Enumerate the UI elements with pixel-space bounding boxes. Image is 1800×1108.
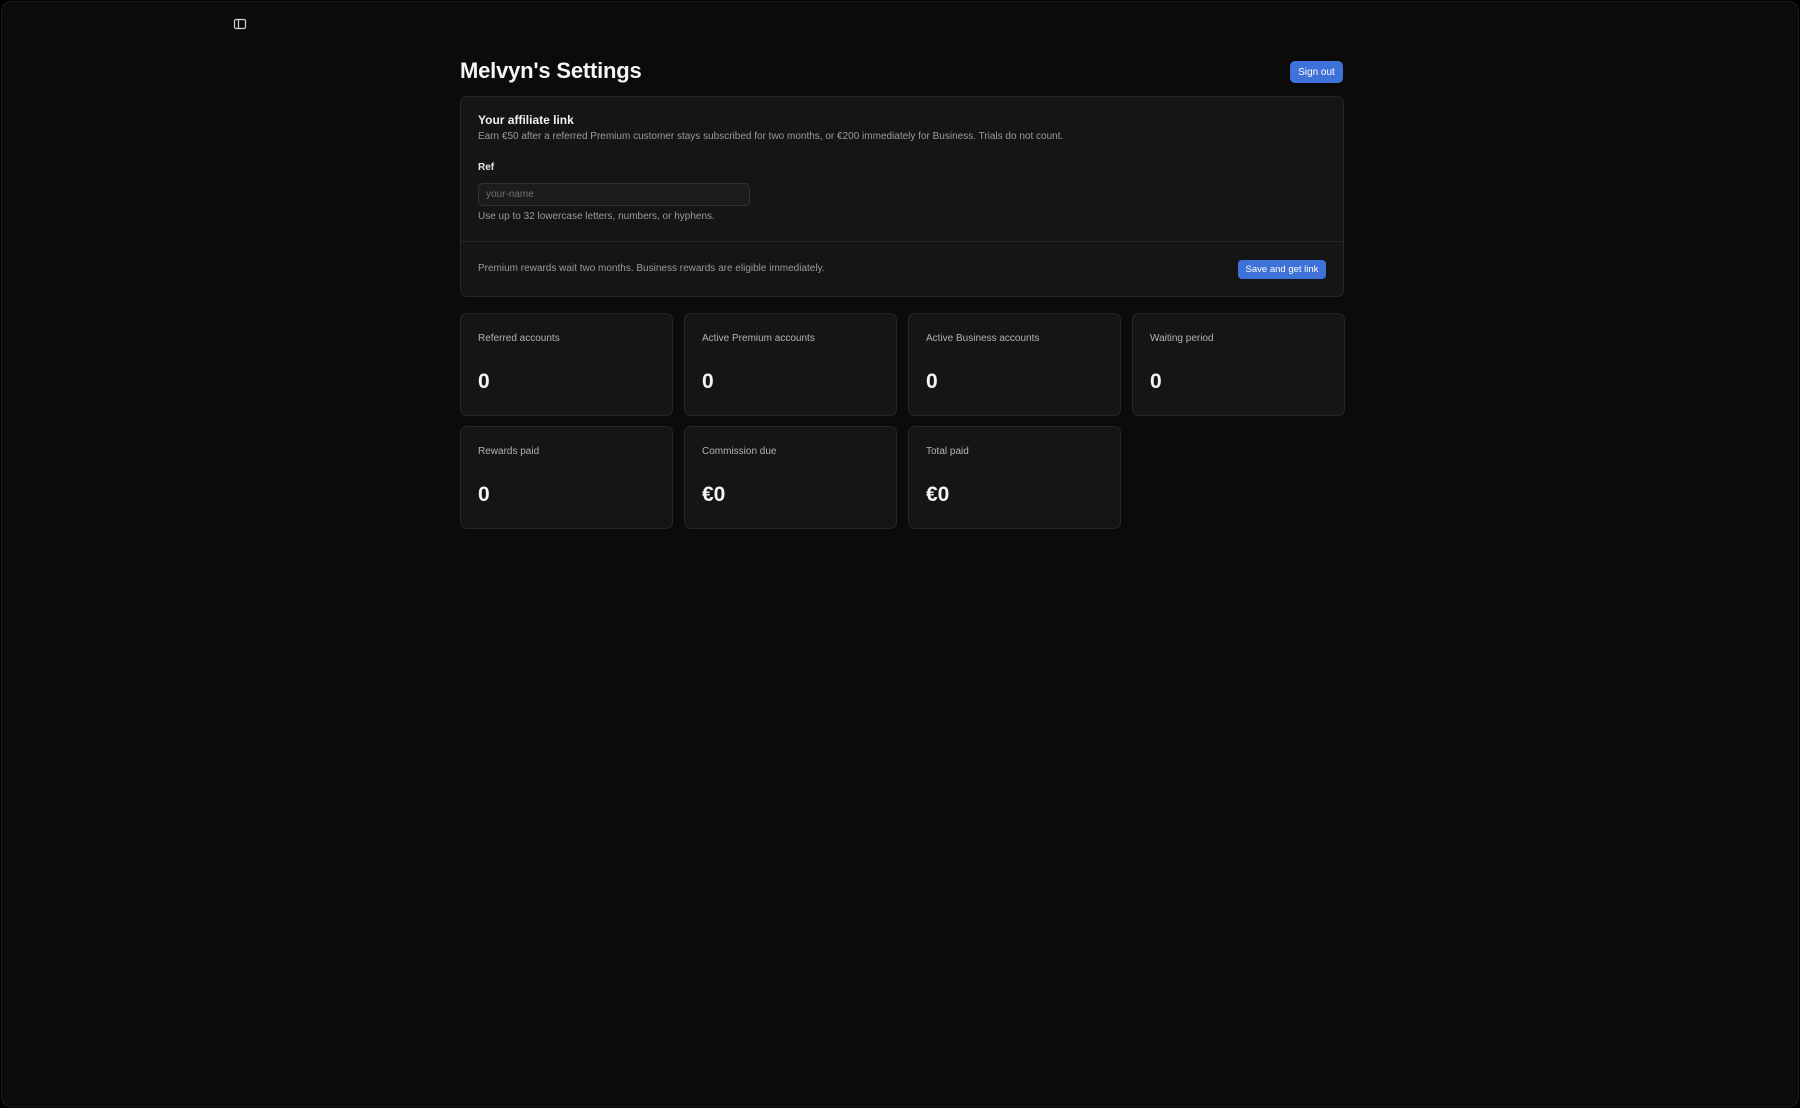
affiliate-link-card: Your affiliate link Earn €50 after a ref… [460,96,1344,297]
stat-card-commission-due: Commission due €0 [684,426,897,529]
stat-label: Total paid [926,446,969,457]
ref-input[interactable] [478,183,750,206]
save-and-get-link-button[interactable]: Save and get link [1238,260,1326,279]
app-window: Melvyn's Settings Sign out Your affiliat… [1,1,1799,1107]
stat-card-rewards-paid: Rewards paid 0 [460,426,673,529]
stat-card-waiting-period: Waiting period 0 [1132,313,1345,416]
stat-card-active-premium-accounts: Active Premium accounts 0 [684,313,897,416]
ref-hint: Use up to 32 lowercase letters, numbers,… [478,211,715,222]
rewards-note: Premium rewards wait two months. Busines… [478,263,825,274]
stat-card-total-paid: Total paid €0 [908,426,1121,529]
stat-label: Rewards paid [478,446,540,457]
stat-card-active-business-accounts: Active Business accounts 0 [908,313,1121,416]
stat-label: Active Premium accounts [702,333,815,344]
affiliate-card-description: Earn €50 after a referred Premium custom… [478,131,1064,142]
ref-label: Ref [478,162,495,173]
sign-out-button[interactable]: Sign out [1290,61,1343,83]
stat-label: Active Business accounts [926,333,1040,344]
stat-label: Referred accounts [478,333,560,344]
affiliate-card-title: Your affiliate link [478,113,574,127]
stat-value: 0 [1150,370,1162,393]
stat-value: €0 [926,483,950,506]
page-title: Melvyn's Settings [460,58,642,83]
stat-label: Commission due [702,446,777,457]
card-divider [461,241,1343,242]
stat-card-referred-accounts: Referred accounts 0 [460,313,673,416]
stat-value: €0 [702,483,726,506]
stat-value: 0 [478,370,490,393]
sidebar-toggle-icon[interactable] [233,17,247,31]
stat-label: Waiting period [1150,333,1214,344]
stat-value: 0 [478,483,490,506]
stat-value: 0 [702,370,714,393]
stat-value: 0 [926,370,938,393]
